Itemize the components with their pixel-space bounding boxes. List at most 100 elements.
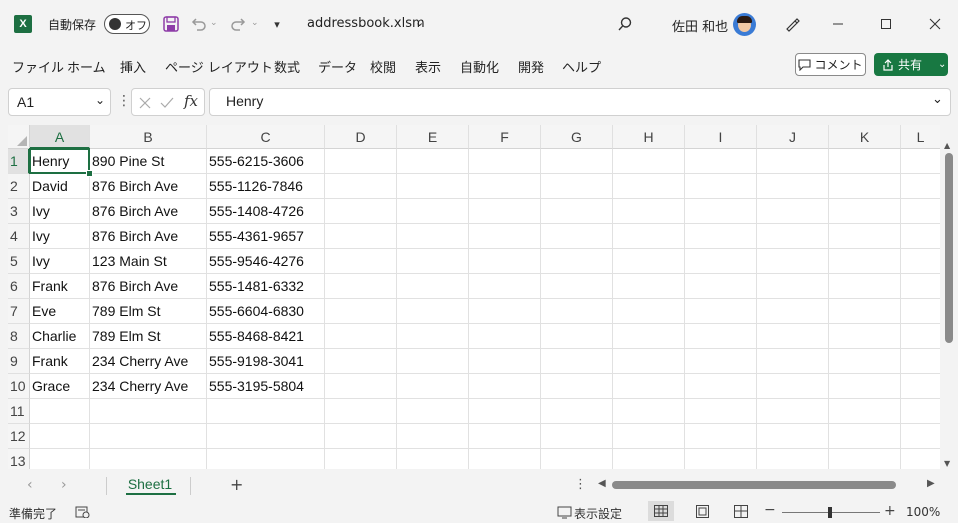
cell-D9[interactable] — [325, 349, 397, 374]
cell-A8[interactable]: Charlie — [30, 324, 90, 349]
prev-sheet-chevron-left-icon[interactable]: ‹ — [27, 477, 33, 493]
cell-H12[interactable] — [613, 424, 685, 449]
column-header[interactable]: L — [901, 125, 940, 149]
cell-I5[interactable] — [685, 249, 757, 274]
column-header[interactable]: D — [325, 125, 397, 149]
cell-B13[interactable] — [90, 449, 207, 469]
cell-E6[interactable] — [397, 274, 469, 299]
cancel-entry-icon[interactable] — [138, 96, 152, 110]
avatar[interactable] — [733, 13, 756, 36]
cell-F3[interactable] — [469, 199, 541, 224]
tab-review[interactable]: 校閲 — [370, 57, 396, 76]
tab-automate[interactable]: 自動化 — [460, 57, 499, 76]
cell-E4[interactable] — [397, 224, 469, 249]
row-header[interactable]: 10 — [8, 374, 30, 399]
cell-D13[interactable] — [325, 449, 397, 469]
save-icon[interactable] — [162, 15, 180, 33]
cell-J12[interactable] — [757, 424, 829, 449]
cell-J3[interactable] — [757, 199, 829, 224]
cell-E9[interactable] — [397, 349, 469, 374]
cell-A3[interactable]: Ivy — [30, 199, 90, 224]
cell-B5[interactable]: 123 Main St — [90, 249, 207, 274]
comment-button[interactable]: コメント — [795, 53, 866, 76]
zoom-level[interactable]: 100% — [906, 505, 940, 519]
cell-L13[interactable] — [901, 449, 940, 469]
cell-E5[interactable] — [397, 249, 469, 274]
cell-H1[interactable] — [613, 149, 685, 174]
redo-icon[interactable] — [229, 15, 247, 33]
column-header[interactable]: I — [685, 125, 757, 149]
cell-A9[interactable]: Frank — [30, 349, 90, 374]
cell-D6[interactable] — [325, 274, 397, 299]
customize-toolbar-icon[interactable]: ▾ — [268, 15, 286, 33]
row-header[interactable]: 7 — [8, 299, 30, 324]
tab-home[interactable]: ホーム — [67, 57, 106, 76]
cell-I6[interactable] — [685, 274, 757, 299]
expand-formula-chevron-down-icon[interactable]: ⌄ — [932, 92, 943, 107]
cell-H8[interactable] — [613, 324, 685, 349]
column-header[interactable]: H — [613, 125, 685, 149]
cell-D11[interactable] — [325, 399, 397, 424]
cell-J10[interactable] — [757, 374, 829, 399]
row-header[interactable]: 2 — [8, 174, 30, 199]
cell-E12[interactable] — [397, 424, 469, 449]
formula-input[interactable]: Henry ⌄ — [209, 88, 951, 116]
zoom-slider-thumb[interactable] — [828, 507, 832, 518]
cell-H5[interactable] — [613, 249, 685, 274]
scroll-down-icon[interactable]: ▼ — [944, 459, 950, 468]
row-header[interactable]: 6 — [8, 274, 30, 299]
tab-formulas[interactable]: 数式 — [274, 57, 300, 76]
scroll-up-icon[interactable]: ▲ — [944, 141, 950, 150]
cell-D2[interactable] — [325, 174, 397, 199]
cell-K13[interactable] — [829, 449, 901, 469]
cell-A2[interactable]: David — [30, 174, 90, 199]
cell-B9[interactable]: 234 Cherry Ave — [90, 349, 207, 374]
cell-H6[interactable] — [613, 274, 685, 299]
next-sheet-chevron-right-icon[interactable]: › — [61, 477, 67, 493]
display-settings-icon[interactable] — [557, 506, 573, 519]
cell-E13[interactable] — [397, 449, 469, 469]
cell-E3[interactable] — [397, 199, 469, 224]
cell-A5[interactable]: Ivy — [30, 249, 90, 274]
cell-J11[interactable] — [757, 399, 829, 424]
cell-L10[interactable] — [901, 374, 940, 399]
tab-view[interactable]: 表示 — [415, 57, 441, 76]
column-header[interactable]: G — [541, 125, 613, 149]
cell-C7[interactable]: 555-6604-6830 — [207, 299, 325, 324]
cell-I13[interactable] — [685, 449, 757, 469]
file-name[interactable]: addressbook.xlsm — [307, 16, 425, 31]
row-header[interactable]: 11 — [8, 399, 30, 424]
cell-G4[interactable] — [541, 224, 613, 249]
cell-H10[interactable] — [613, 374, 685, 399]
tab-data[interactable]: データ — [318, 57, 357, 76]
cell-A11[interactable] — [30, 399, 90, 424]
cell-D10[interactable] — [325, 374, 397, 399]
cell-B1[interactable]: 890 Pine St — [90, 149, 207, 174]
cell-E7[interactable] — [397, 299, 469, 324]
cell-L2[interactable] — [901, 174, 940, 199]
cell-E11[interactable] — [397, 399, 469, 424]
cell-J7[interactable] — [757, 299, 829, 324]
tab-page-layout[interactable]: ページ レイアウト — [165, 57, 273, 76]
cell-G3[interactable] — [541, 199, 613, 224]
cell-F6[interactable] — [469, 274, 541, 299]
cell-L8[interactable] — [901, 324, 940, 349]
column-header[interactable]: E — [397, 125, 469, 149]
cell-I12[interactable] — [685, 424, 757, 449]
cell-B10[interactable]: 234 Cherry Ave — [90, 374, 207, 399]
cell-A13[interactable] — [30, 449, 90, 469]
cell-F13[interactable] — [469, 449, 541, 469]
cell-H11[interactable] — [613, 399, 685, 424]
row-header[interactable]: 9 — [8, 349, 30, 374]
cell-A1[interactable]: Henry — [30, 149, 90, 174]
cell-L6[interactable] — [901, 274, 940, 299]
cell-L11[interactable] — [901, 399, 940, 424]
cell-C1[interactable]: 555-6215-3606 — [207, 149, 325, 174]
cell-F11[interactable] — [469, 399, 541, 424]
cell-C5[interactable]: 555-9546-4276 — [207, 249, 325, 274]
cell-J2[interactable] — [757, 174, 829, 199]
worksheet-grid[interactable]: A B C D E F G H I J K L 1 Henry 890 Pine St 555-6215-36… — [8, 125, 940, 469]
cell-D1[interactable] — [325, 149, 397, 174]
row-header[interactable]: 8 — [8, 324, 30, 349]
cell-C12[interactable] — [207, 424, 325, 449]
